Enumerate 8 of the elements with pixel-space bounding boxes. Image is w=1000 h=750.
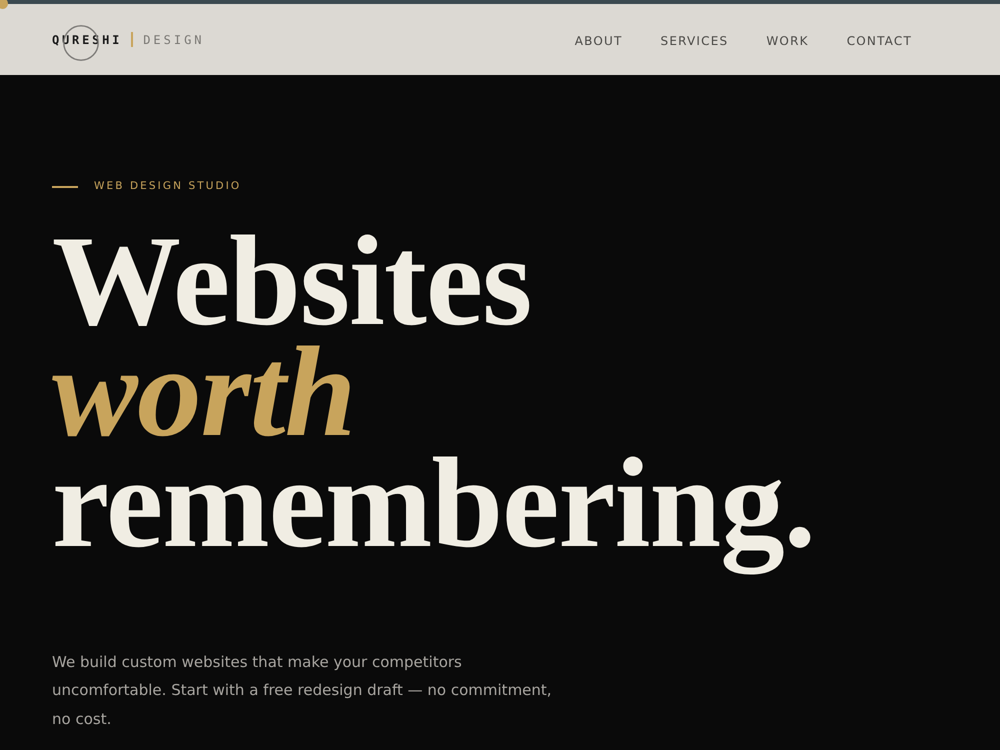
nav-link[interactable]: CONTACT bbox=[846, 32, 912, 50]
eyebrow-label: WEB DESIGN STUDIO bbox=[94, 179, 242, 194]
nav-link[interactable]: WORK bbox=[766, 32, 809, 50]
logo-divider bbox=[131, 32, 134, 47]
eyebrow-rule bbox=[52, 186, 78, 188]
nav-link[interactable]: SERVICES bbox=[660, 32, 728, 50]
hero-description: We build custom websites that make your competitors uncomfortable. Start with a free redesign draft — no commitment, no cost. bbox=[52, 652, 552, 730]
nav-link[interactable]: ABOUT bbox=[574, 32, 623, 50]
